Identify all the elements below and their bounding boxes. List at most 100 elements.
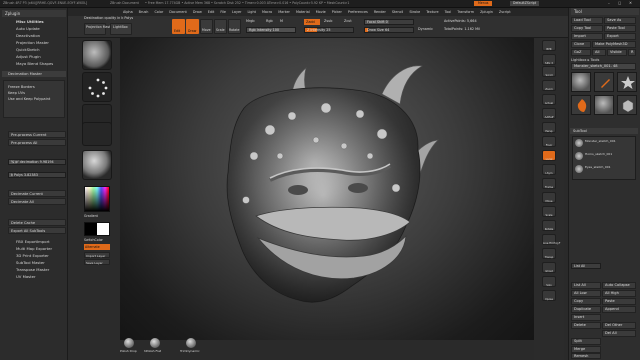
decimation-master-header[interactable]: Decimation Master bbox=[2, 71, 66, 77]
menu-item[interactable]: Light bbox=[244, 8, 258, 16]
switch-color-button[interactable]: SwitchColor bbox=[84, 238, 103, 243]
zplugin-item[interactable]: Auto Update bbox=[4, 25, 64, 32]
brush-standard-icon[interactable] bbox=[82, 40, 112, 70]
list-all-slider[interactable]: List All bbox=[571, 263, 601, 269]
menu-item[interactable]: Tool bbox=[442, 8, 455, 16]
menu-item[interactable]: Layer bbox=[229, 8, 244, 16]
tool-thumb-simplebrush[interactable] bbox=[594, 72, 614, 92]
append-button[interactable]: Append bbox=[602, 306, 636, 313]
gradient-toggle[interactable]: Gradient bbox=[84, 214, 98, 219]
menu-item[interactable]: Material bbox=[293, 8, 313, 16]
decimate-all-button[interactable]: Decimate All bbox=[8, 198, 66, 205]
right-shelf-button[interactable]: Scroll bbox=[542, 66, 556, 77]
save-as-button[interactable]: Save As bbox=[604, 17, 636, 24]
menu-item[interactable]: Preferences bbox=[345, 8, 371, 16]
tool-thumb-monster[interactable] bbox=[571, 72, 591, 92]
polish-drop-icon[interactable] bbox=[124, 338, 134, 348]
auto-collapse-button[interactable]: Auto Collapse bbox=[602, 282, 636, 289]
right-shelf-button[interactable]: Actual bbox=[542, 94, 556, 105]
menu-item[interactable]: Brush bbox=[136, 8, 152, 16]
right-shelf-button[interactable]: Floor bbox=[542, 136, 556, 147]
make-polymesh-button[interactable]: Make PolyMesh3D bbox=[592, 41, 636, 48]
list-all-button[interactable]: List All bbox=[571, 282, 601, 289]
main-secondary-color-swatch[interactable] bbox=[84, 222, 110, 236]
focal-shift-slider[interactable]: Focal Shift 0 bbox=[364, 19, 414, 25]
kpolys-slider[interactable]: k Polys 3.82383 bbox=[8, 172, 66, 178]
scale-mode-button[interactable]: Scale bbox=[214, 19, 227, 34]
insert-button[interactable]: Insert bbox=[571, 314, 601, 321]
move-mode-button[interactable]: Move bbox=[200, 19, 213, 34]
rotate-mode-button[interactable]: Rotate bbox=[228, 19, 241, 34]
menu-item[interactable]: Marker bbox=[275, 8, 293, 16]
projection-master-button[interactable]: Projection Master bbox=[84, 23, 114, 35]
alternate-toggle[interactable]: Alternate bbox=[84, 244, 110, 250]
right-shelf-button[interactable]: Frame bbox=[542, 178, 556, 189]
copy-button[interactable]: Copy bbox=[571, 298, 601, 305]
menu-item[interactable]: Transform bbox=[454, 8, 477, 16]
preprocess-all-button[interactable]: Pre-process All bbox=[8, 139, 66, 146]
del-other-button[interactable]: Del Other bbox=[602, 322, 636, 329]
material-basic-icon[interactable] bbox=[82, 150, 112, 180]
menu-item[interactable]: Zscript bbox=[496, 8, 514, 16]
dynamic-toggle[interactable]: Dynamic bbox=[418, 27, 433, 32]
right-shelf-button[interactable]: Xpose bbox=[542, 290, 556, 301]
draw-mode-button[interactable]: Draw bbox=[186, 19, 199, 34]
all-low-button[interactable]: All Low bbox=[571, 290, 601, 297]
hpolish-flat-icon[interactable] bbox=[150, 338, 160, 348]
keep-polypaint-toggle[interactable]: Use and Keep Polypaint bbox=[4, 96, 64, 102]
z-intensity-slider[interactable]: Z Intensity 25 bbox=[304, 27, 354, 33]
zplugin-item[interactable]: Projection Master bbox=[4, 39, 64, 46]
menu-item[interactable]: Macro bbox=[259, 8, 275, 16]
export-all-subtools-button[interactable]: Export All SubTools bbox=[8, 227, 66, 234]
all-high-button[interactable]: All High bbox=[602, 290, 636, 297]
paste-button[interactable]: Paste bbox=[602, 298, 636, 305]
import-button[interactable]: Import bbox=[571, 33, 603, 40]
canvas-viewport[interactable] bbox=[120, 38, 534, 348]
visible-button[interactable]: Visible bbox=[607, 49, 627, 56]
menu-item[interactable]: Stroke bbox=[406, 8, 423, 16]
duplicate-button[interactable]: Duplicate bbox=[571, 306, 601, 313]
lightbox-button[interactable]: LightBox bbox=[110, 23, 132, 35]
menu-item[interactable]: Render bbox=[371, 8, 389, 16]
right-shelf-button[interactable]: SPix 3 bbox=[542, 54, 556, 65]
right-shelf-button[interactable]: Local bbox=[542, 150, 556, 161]
trim-dynamic-icon[interactable] bbox=[186, 338, 196, 348]
load-tool-button[interactable]: Load Tool bbox=[571, 17, 603, 24]
zplugin-item[interactable]: Transpose Master bbox=[4, 266, 64, 273]
menu-item[interactable]: Color bbox=[151, 8, 166, 16]
zplugin-item[interactable]: Adjust Plugin bbox=[4, 53, 64, 60]
paste-tool-button[interactable]: Paste Tool bbox=[604, 25, 636, 32]
color-picker[interactable] bbox=[84, 186, 110, 212]
subtool-header[interactable]: SubTool bbox=[570, 128, 638, 134]
zplugin-item[interactable]: 3D Print Exporter bbox=[4, 252, 64, 259]
tool-thumb-star[interactable] bbox=[617, 72, 637, 92]
zplugin-item[interactable]: SubTool Master bbox=[4, 259, 64, 266]
right-shelf-button[interactable]: Rotate bbox=[542, 220, 556, 231]
right-shelf-button[interactable]: Move bbox=[542, 192, 556, 203]
menu-item[interactable]: Alpha bbox=[120, 8, 136, 16]
import-layer-button[interactable]: Import Layer bbox=[84, 252, 110, 258]
zplugin-item[interactable]: Multi Map Exporter bbox=[4, 245, 64, 252]
right-shelf-button[interactable]: AAHalf bbox=[542, 108, 556, 119]
m-toggle[interactable]: M bbox=[280, 19, 283, 24]
menu-item[interactable]: Edit bbox=[205, 8, 218, 16]
menu-item[interactable]: Texture bbox=[423, 8, 441, 16]
tool-thumb-polymesh[interactable] bbox=[571, 95, 591, 115]
zplugin-item[interactable]: Maya Blend Shapes bbox=[4, 60, 64, 67]
preprocess-current-button[interactable]: Pre-process Current bbox=[8, 131, 66, 138]
zadd-toggle[interactable]: Zadd bbox=[304, 19, 320, 25]
menu-item[interactable]: Picker bbox=[329, 8, 345, 16]
all-button[interactable]: All bbox=[592, 49, 606, 56]
edit-mode-button[interactable]: Edit bbox=[172, 19, 185, 34]
right-shelf-button[interactable]: LSym bbox=[542, 164, 556, 175]
rgb-intensity-slider[interactable]: Rgb Intensity 100 bbox=[246, 27, 296, 33]
menus-toggle[interactable]: Menus bbox=[474, 1, 493, 6]
zsub-toggle[interactable]: Zsub bbox=[324, 19, 332, 24]
texture-off-icon[interactable] bbox=[82, 122, 112, 146]
subtool-item-monster[interactable]: Monster_sketch_001 bbox=[585, 139, 616, 144]
delete-button[interactable]: Delete bbox=[571, 322, 601, 329]
draw-size-slider[interactable]: Draw Size 64 bbox=[364, 27, 414, 33]
r-button[interactable]: R bbox=[628, 49, 636, 56]
clone-button[interactable]: Clone bbox=[571, 41, 591, 48]
right-shelf-button[interactable]: Transp bbox=[542, 248, 556, 259]
